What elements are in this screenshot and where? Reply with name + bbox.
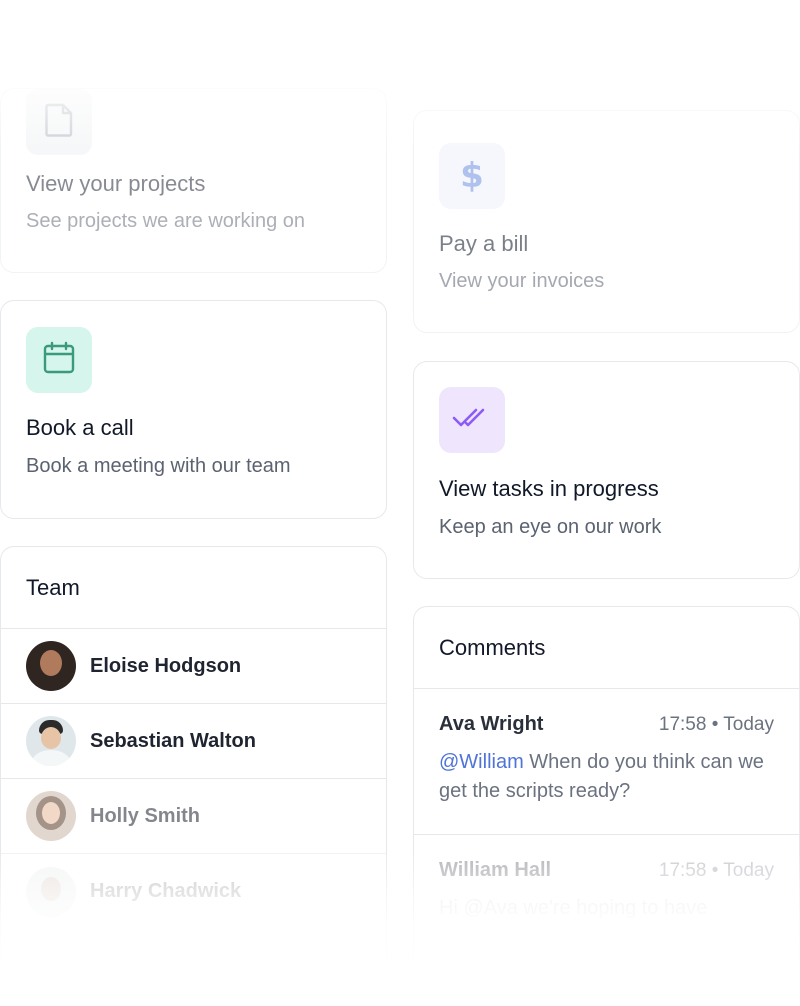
calendar-icon <box>42 341 76 380</box>
comment-time: 17:58 • Today <box>658 714 774 735</box>
team-member-row[interactable]: Eloise Hodgson <box>1 629 386 704</box>
view-tasks-card[interactable]: View tasks in progress Keep an eye on ou… <box>413 361 800 579</box>
comment-list: Ava Wright 17:58 • Today @William When d… <box>414 689 799 943</box>
call-subtitle: Book a meeting with our team <box>26 455 291 477</box>
comment-item[interactable]: Ava Wright 17:58 • Today @William When d… <box>414 689 799 835</box>
tasks-title: View tasks in progress <box>439 476 659 501</box>
tasks-icon-box <box>439 387 505 453</box>
team-member-row[interactable]: Sebastian Walton <box>1 704 386 779</box>
member-name: Sebastian Walton <box>90 729 256 752</box>
comment-text: Hi @Ava we're hoping to have <box>439 894 774 923</box>
bill-title: Pay a bill <box>439 231 529 256</box>
document-icon <box>44 103 74 142</box>
avatar <box>26 716 76 766</box>
call-title: Book a call <box>26 415 134 440</box>
double-check-icon <box>452 406 492 435</box>
comment-mention[interactable]: @William <box>439 751 524 773</box>
comment-item[interactable]: William Hall 17:58 • Today Hi @Ava we're… <box>414 835 799 943</box>
tasks-subtitle: Keep an eye on our work <box>439 516 662 538</box>
comment-text: @William When do you think can we get th… <box>439 748 774 806</box>
pay-bill-card[interactable]: $ Pay a bill View your invoices <box>413 110 800 333</box>
call-icon-box <box>26 327 92 393</box>
comment-time: 17:58 • Today <box>658 860 774 881</box>
avatar <box>26 791 76 841</box>
avatar <box>26 866 76 917</box>
member-name: Eloise Hodgson <box>90 654 242 677</box>
bill-icon-box: $ <box>439 143 505 209</box>
bill-subtitle: View your invoices <box>439 270 605 292</box>
projects-title: View your projects <box>26 171 206 196</box>
dollar-icon: $ <box>460 156 484 196</box>
comment-author: Ava Wright <box>439 713 544 735</box>
comment-body: Hi @Ava we're hoping to have <box>439 897 708 919</box>
team-title: Team <box>1 547 386 629</box>
view-projects-card[interactable]: View your projects See projects we are w… <box>0 88 387 273</box>
member-name: Harry Chadwick <box>90 880 242 902</box>
projects-icon-box <box>26 89 92 155</box>
team-member-row[interactable]: Holly Smith <box>1 779 386 854</box>
team-list: Eloise Hodgson Sebastian Walton Holly Sm… <box>1 629 386 929</box>
avatar <box>26 641 76 691</box>
comments-panel: Comments Ava Wright 17:58 • Today @Willi… <box>413 606 800 1006</box>
team-panel: Team Eloise Hodgson Sebastian Walton Hol… <box>0 546 387 1006</box>
team-member-row[interactable]: Harry Chadwick <box>1 854 386 929</box>
comment-author: William Hall <box>439 859 552 881</box>
book-call-card[interactable]: Book a call Book a meeting with our team <box>0 300 387 519</box>
projects-subtitle: See projects we are working on <box>26 210 306 232</box>
member-name: Holly Smith <box>90 804 201 827</box>
comments-title: Comments <box>414 607 799 689</box>
